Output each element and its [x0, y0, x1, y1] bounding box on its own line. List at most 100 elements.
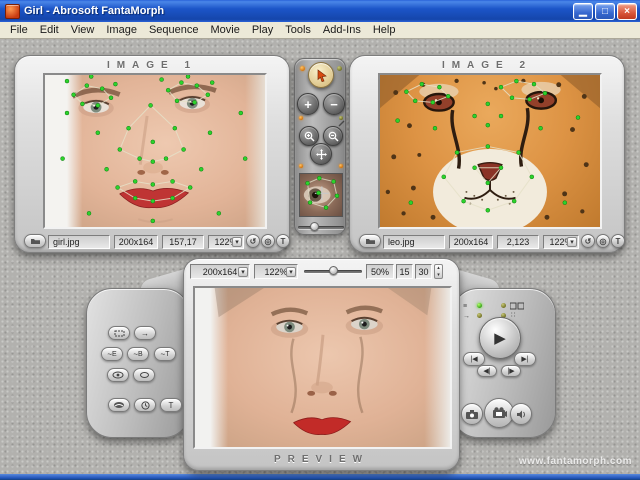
menu-view[interactable]: View	[65, 23, 101, 37]
image2-panel: IMAGE 2	[349, 55, 625, 253]
menu-play[interactable]: Play	[246, 23, 279, 37]
snapshot-button[interactable]	[461, 403, 483, 425]
preview-text-button[interactable]: T	[160, 398, 182, 412]
menu-bar: File Edit View Image Sequence Movie Play…	[0, 22, 640, 39]
speaker-icon	[516, 409, 527, 420]
add-point-button[interactable]: +	[297, 93, 319, 115]
go-to-start-button[interactable]: |◀	[463, 352, 485, 366]
zoom-out-button[interactable]	[323, 126, 343, 146]
magnifier-thumbnail[interactable]	[299, 173, 343, 217]
cursor-arrow-icon	[315, 69, 328, 82]
current-frame-field[interactable]: 15	[396, 264, 413, 279]
curve-e-button[interactable]: ~E	[101, 347, 123, 361]
play-button[interactable]: ▶	[479, 317, 521, 359]
thumbnail-zoom-slider[interactable]	[298, 223, 344, 231]
image1-open-file-button[interactable]	[24, 234, 46, 248]
add-sound-button[interactable]	[510, 403, 532, 425]
loop-toggle-icon[interactable]: →	[463, 313, 470, 320]
slider-thumb[interactable]	[329, 266, 338, 275]
menu-edit[interactable]: Edit	[34, 23, 65, 37]
timing-button[interactable]	[134, 398, 156, 412]
clock-icon	[141, 401, 150, 410]
step-forward-button[interactable]: |▶	[501, 365, 521, 377]
image2-cursor-position: 2,123	[497, 235, 539, 249]
curves-toggle-icon[interactable]: ≡	[463, 303, 467, 310]
minimize-button[interactable]: ▁	[573, 3, 593, 20]
image2-filename-field[interactable]: leo.jpg	[383, 235, 445, 249]
menu-help[interactable]: Help	[367, 23, 402, 37]
image1-panel: IMAGE 1 gir	[14, 55, 290, 253]
menu-addins[interactable]: Add-Ins	[317, 23, 367, 37]
cheetah-face-image	[380, 75, 600, 227]
slider-thumb[interactable]	[310, 222, 319, 231]
tool-led-left	[300, 66, 305, 71]
pan-led-left	[299, 164, 303, 168]
close-button[interactable]: ×	[617, 3, 637, 20]
image1-filename-field[interactable]: girl.jpg	[48, 235, 110, 249]
filmstrip-icon[interactable]	[510, 302, 524, 310]
image2-edit-area[interactable]	[378, 73, 602, 229]
chevron-down-icon[interactable]: ▾	[567, 237, 577, 247]
chevron-down-icon[interactable]: ▾	[238, 267, 248, 277]
pan-tool-button[interactable]	[310, 143, 332, 165]
image2-dimensions-field: 200x164	[449, 235, 493, 249]
image2-center-button[interactable]: ◎	[596, 234, 610, 248]
curve-b-button[interactable]: ~B	[127, 347, 149, 361]
menu-movie[interactable]: Movie	[204, 23, 245, 37]
direction-button[interactable]: →	[134, 326, 156, 340]
arrow-tool-button[interactable]	[308, 62, 334, 88]
loop-led	[477, 313, 482, 318]
image1-edit-area[interactable]	[43, 73, 267, 229]
ellipse-icon	[140, 372, 149, 378]
image2-zoom-select[interactable]: 122% ▾	[543, 235, 579, 249]
step-back-button[interactable]: ◀|	[477, 365, 497, 377]
frames-spinner[interactable]: ▴ ▾	[434, 264, 443, 279]
preview-size-select[interactable]: 200x164 ▾	[190, 264, 250, 279]
spin-up-icon[interactable]: ▴	[435, 265, 442, 272]
image2-text-button[interactable]: T	[611, 234, 625, 248]
morph-position-slider[interactable]	[304, 267, 362, 277]
camera-icon	[466, 410, 478, 419]
zoom-out-icon	[328, 131, 339, 142]
girl-face-image	[45, 75, 265, 227]
mask-button[interactable]	[133, 368, 155, 382]
preview-zoom-select[interactable]: 122% ▾	[254, 264, 298, 279]
open-file-icon	[365, 237, 376, 245]
show-grid-button[interactable]	[108, 326, 130, 340]
chevron-down-icon[interactable]: ▾	[286, 267, 296, 277]
zoom-in-icon	[304, 131, 315, 142]
website-link: www.fantamorph.com	[519, 456, 632, 467]
show-preview-button[interactable]	[107, 368, 129, 382]
menu-image[interactable]: Image	[100, 23, 143, 37]
app-icon	[5, 4, 20, 19]
chevron-down-icon[interactable]: ▾	[232, 237, 242, 247]
image1-dimensions-field: 200x164	[114, 235, 158, 249]
image2-reset-view-button[interactable]: ↺	[581, 234, 595, 248]
title-bar: Girl - Abrosoft FantaMorph ▁ □ ×	[0, 0, 640, 22]
eye-icon	[112, 371, 124, 379]
image1-reset-view-button[interactable]: ↺	[246, 234, 260, 248]
image1-text-button[interactable]: T	[276, 234, 290, 248]
curve-t-button[interactable]: ~T	[154, 347, 176, 361]
marquee-icon	[114, 330, 125, 337]
slider-track	[298, 226, 344, 229]
pencil-icon	[338, 120, 345, 127]
total-frames-field[interactable]: 30	[415, 264, 432, 279]
spin-down-icon[interactable]: ▾	[435, 272, 442, 279]
image2-open-file-button[interactable]	[359, 234, 381, 248]
open-file-icon	[30, 237, 41, 245]
morph-percent-field[interactable]: 50%	[366, 264, 394, 279]
delete-point-button[interactable]: −	[323, 93, 345, 115]
menu-tools[interactable]: Tools	[279, 23, 317, 37]
image1-zoom-select[interactable]: 122% ▾	[208, 235, 244, 249]
film-led	[501, 303, 506, 308]
menu-file[interactable]: File	[4, 23, 34, 37]
restore-button[interactable]: □	[595, 3, 615, 20]
tool-led-right	[337, 66, 342, 71]
background-button[interactable]	[108, 398, 130, 412]
image1-center-button[interactable]: ◎	[261, 234, 275, 248]
dots-toggle-icon[interactable]: ∷	[511, 312, 515, 319]
point-led-left	[299, 116, 303, 120]
go-to-end-button[interactable]: ▶|	[514, 352, 536, 366]
menu-sequence[interactable]: Sequence	[143, 23, 205, 37]
